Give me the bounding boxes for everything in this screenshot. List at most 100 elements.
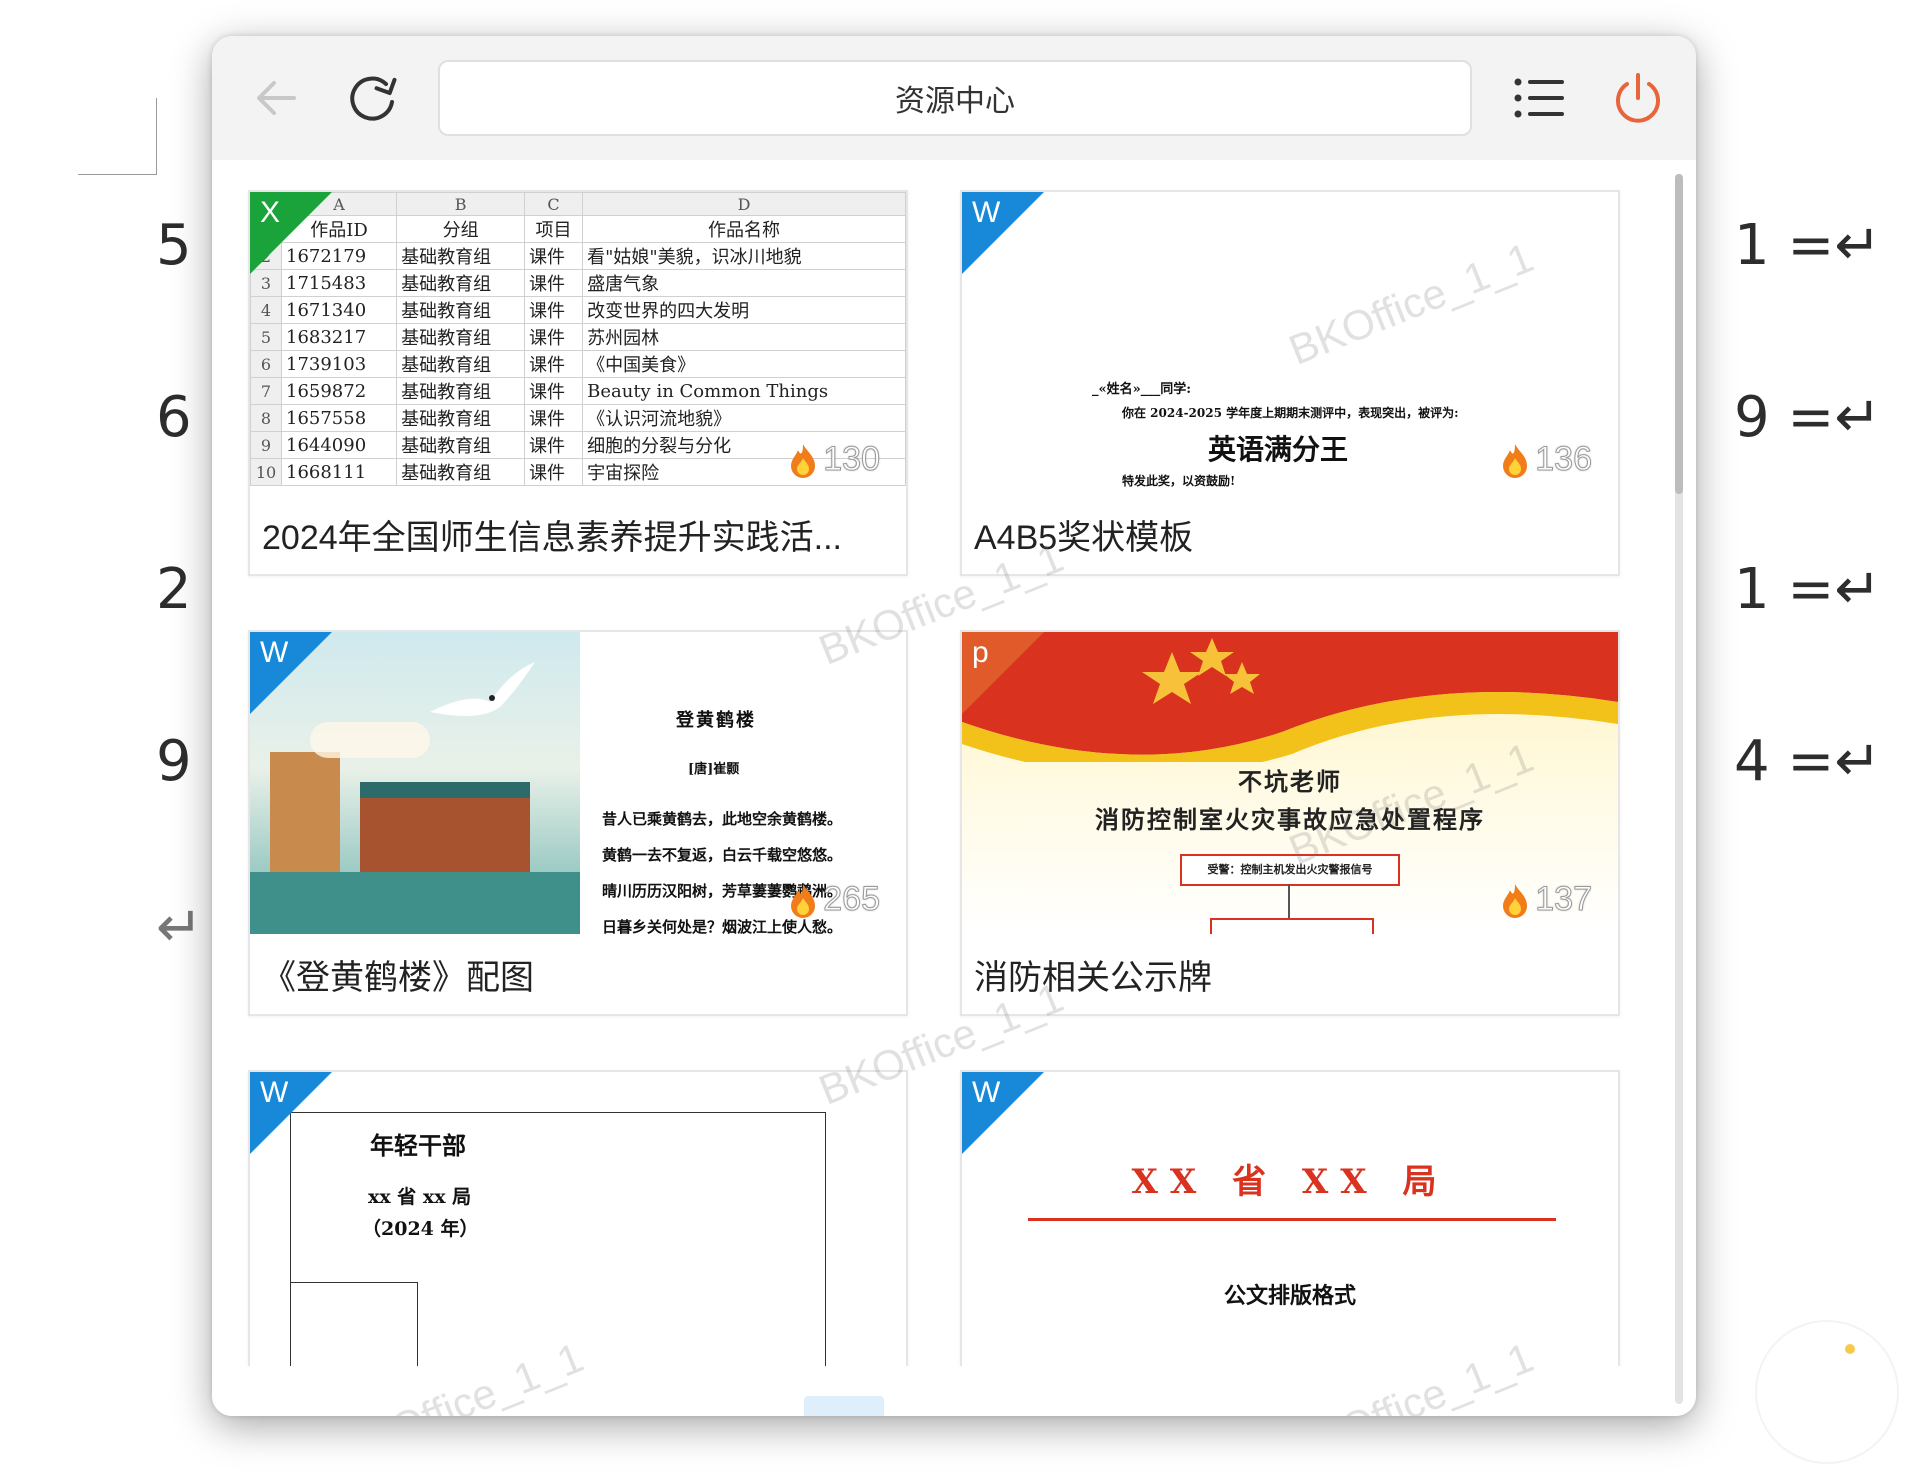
sheet-cell: 1668111 bbox=[280, 458, 398, 486]
file-type-badge: p bbox=[962, 632, 1044, 714]
bg-number: 2 bbox=[156, 557, 192, 622]
sheet-cell: 课件 bbox=[523, 323, 584, 351]
bg-mark: 9 =↵ bbox=[1734, 385, 1882, 450]
bg-number: 5 bbox=[156, 213, 192, 278]
resource-card[interactable]: 不坑老师 消防控制室火灾事故应急处置程序 受警：控制主机发出火灾警报信号 p 1… bbox=[960, 630, 1620, 1016]
sheet-cell: Beauty in Common Things bbox=[582, 377, 906, 405]
card-title: 消防相关公示牌 bbox=[974, 959, 1212, 997]
sheet-cell: 基础教育组 bbox=[396, 458, 525, 486]
col-letter: D bbox=[582, 192, 906, 216]
sheet-cell: 改变世界的四大发明 bbox=[582, 296, 906, 324]
flame-icon bbox=[1503, 883, 1528, 918]
sheet-cell: 基础教育组 bbox=[396, 377, 525, 405]
flame-icon bbox=[791, 443, 816, 478]
refresh-button[interactable] bbox=[336, 60, 412, 136]
bg-mark: 1 =↵ bbox=[1734, 213, 1882, 278]
sheet-cell: 基础教育组 bbox=[396, 269, 525, 297]
sheet-cell: 基础教育组 bbox=[396, 323, 525, 351]
file-type-letter: p bbox=[972, 636, 989, 669]
card-title: A4B5奖状模板 bbox=[974, 519, 1194, 557]
card-title: 《登黄鹤楼》配图 bbox=[262, 959, 534, 997]
refresh-icon bbox=[350, 76, 397, 121]
address-bar[interactable]: 资源中心 bbox=[438, 60, 1472, 136]
page-corner-mark bbox=[78, 98, 157, 175]
card-thumbnail: 登黄鹤楼 [唐]崔颢 昔人已乘黄鹤去，此地空余黄鹤楼。 黄鹤一去不复返，白云千载… bbox=[250, 632, 906, 934]
poem-line: 昔人已乘黄鹤去，此地空余黄鹤楼。 bbox=[602, 810, 843, 828]
card-thumbnail: _«姓名»___同学: 你在 2024-2025 学年度上期期末测评中，表现突出… bbox=[962, 192, 1618, 494]
sheet-cell: 课件 bbox=[523, 269, 584, 297]
flame-icon bbox=[791, 883, 816, 918]
cert-line: _«姓名»___同学: bbox=[1092, 382, 1192, 397]
doc-org: xx 省 xx 局 bbox=[368, 1186, 472, 1208]
gov-doc-header: XX 省 XX 局 bbox=[1131, 1162, 1449, 1202]
bg-mark: 4 =↵ bbox=[1734, 729, 1882, 794]
file-type-badge: X bbox=[250, 192, 332, 274]
resource-card[interactable]: XX 省 XX 局 公文排版格式 W bbox=[960, 1070, 1620, 1366]
row-number: 4 bbox=[250, 296, 282, 324]
resource-card[interactable]: A B C D 1 作品ID 分组 项目 作品名称 2 1672179 基础教育组课… bbox=[248, 190, 908, 576]
heat-number: 137 bbox=[1535, 880, 1593, 919]
file-type-letter: W bbox=[260, 1076, 289, 1109]
sheet-cell: 《中国美食》 bbox=[582, 350, 906, 378]
row-number: 9 bbox=[250, 431, 282, 459]
bg-number: 6 bbox=[156, 385, 192, 450]
file-type-letter: W bbox=[260, 636, 289, 669]
back-button[interactable] bbox=[238, 60, 314, 136]
sheet-cell: 基础教育组 bbox=[396, 296, 525, 324]
sheet-cell: 课件 bbox=[523, 296, 584, 324]
resource-grid: A B C D 1 作品ID 分组 项目 作品名称 2 1672179 基础教育组课… bbox=[212, 160, 1672, 1366]
red-rule bbox=[1028, 1218, 1556, 1221]
arrow-left-icon bbox=[257, 81, 296, 115]
doc-year: （2024 年） bbox=[362, 1218, 479, 1240]
page-2-button[interactable]: 2 bbox=[886, 1396, 966, 1416]
card-thumbnail: XX 省 XX 局 公文排版格式 W bbox=[962, 1072, 1618, 1366]
sheet-cell: 1659872 bbox=[280, 377, 398, 405]
resource-card[interactable]: 登黄鹤楼 [唐]崔颢 昔人已乘黄鹤去，此地空余黄鹤楼。 黄鹤一去不复返，白云千载… bbox=[248, 630, 908, 1016]
row-number: 5 bbox=[250, 323, 282, 351]
sheet-cell: 课件 bbox=[523, 350, 584, 378]
floating-logo-icon bbox=[1755, 1320, 1899, 1464]
sheet-cell: 1739103 bbox=[280, 350, 398, 378]
crane-icon bbox=[430, 662, 535, 716]
menu-button[interactable] bbox=[1502, 60, 1578, 136]
next-page-button[interactable] bbox=[1050, 1396, 1130, 1416]
sheet-cell: 1683217 bbox=[280, 323, 398, 351]
sheet-cell: 课件 bbox=[523, 431, 584, 459]
poem-line: 黄鹤一去不复返，白云千载空悠悠。 bbox=[602, 846, 843, 864]
row-number: 8 bbox=[250, 404, 282, 432]
file-type-letter: W bbox=[972, 196, 1001, 229]
sheet-row: 2 1672179 基础教育组 课件 看"姑娘"美貌，识冰川地貌 bbox=[250, 242, 906, 270]
red-banner-decoration bbox=[962, 632, 1618, 762]
flame-icon bbox=[1503, 443, 1528, 478]
sheet-header: 分组 bbox=[396, 215, 525, 243]
card-title: 2024年全国师生信息素养提升实践活... bbox=[262, 519, 842, 557]
poem-author: [唐]崔颢 bbox=[688, 762, 740, 777]
sheet-cell: 苏州园林 bbox=[582, 323, 906, 351]
row-number: 7 bbox=[250, 377, 282, 405]
file-type-badge: W bbox=[962, 1072, 1044, 1154]
scrollbar[interactable] bbox=[1675, 174, 1683, 1404]
resource-card[interactable]: 年轻干部 xx 省 xx 局 （2024 年） W bbox=[248, 1070, 908, 1366]
sheet-cell: 《认识河流地貌》 bbox=[582, 404, 906, 432]
file-type-letter: W bbox=[972, 1076, 1001, 1109]
sheet-row: 8 1657558 基础教育组 课件 《认识河流地貌》 bbox=[250, 404, 906, 432]
page-1-button[interactable]: 1 bbox=[804, 1396, 884, 1416]
sheet-row: 5 1683217 基础教育组 课件 苏州园林 bbox=[250, 323, 906, 351]
fire-flow-box: 受警：控制主机发出火灾警报信号 bbox=[1180, 854, 1400, 886]
col-letter: B bbox=[396, 192, 525, 216]
file-type-badge: W bbox=[250, 632, 332, 714]
card-thumbnail: 年轻干部 xx 省 xx 局 （2024 年） W bbox=[250, 1072, 906, 1366]
power-icon bbox=[1616, 73, 1660, 123]
power-button[interactable] bbox=[1600, 60, 1676, 136]
sheet-cell: 课件 bbox=[523, 242, 584, 270]
heat-count: 136 bbox=[1501, 440, 1592, 479]
file-type-letter: X bbox=[260, 196, 281, 229]
bg-mark: 1 =↵ bbox=[1734, 557, 1882, 622]
sheet-row: 3 1715483 基础教育组 课件 盛唐气象 bbox=[250, 269, 906, 297]
heat-number: 136 bbox=[1535, 440, 1593, 479]
page-3-button[interactable]: 3 bbox=[968, 1396, 1048, 1416]
row-number: 6 bbox=[250, 350, 282, 378]
sheet-cell: 课件 bbox=[523, 404, 584, 432]
resource-card[interactable]: _«姓名»___同学: 你在 2024-2025 学年度上期期末测评中，表现突出… bbox=[960, 190, 1620, 576]
scrollbar-thumb[interactable] bbox=[1675, 174, 1683, 494]
